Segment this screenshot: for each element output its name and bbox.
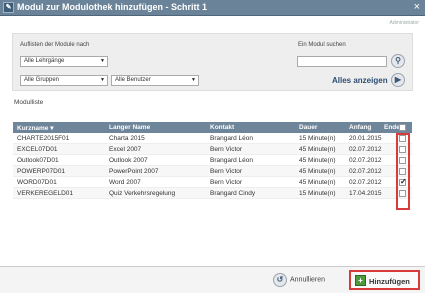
- chevron-down-icon: ▼: [100, 77, 105, 83]
- col-duration[interactable]: Dauer: [299, 124, 317, 131]
- cell-start: 20.01.2015: [349, 135, 382, 142]
- cell-duration: 45 Minute(n): [299, 168, 336, 175]
- add-button[interactable]: + Hinzufügen: [349, 270, 420, 290]
- chevron-down-icon: ▼: [100, 58, 105, 64]
- cell-long: PowerPoint 2007: [109, 168, 159, 175]
- show-all-button[interactable]: ▶: [391, 73, 405, 87]
- window-title: Modul zur Modulothek hinzufügen - Schrit…: [17, 2, 207, 12]
- user-value: Alle Benutzer: [115, 77, 151, 83]
- close-icon[interactable]: ×: [414, 1, 420, 14]
- filter-panel: Auflisten der Module nach Alle Lehrgänge…: [12, 33, 413, 91]
- cell-contact: Bern Victor: [210, 168, 243, 175]
- cell-long: Quiz Verkehrsregelung: [109, 190, 176, 197]
- cell-start: 02.07.2012: [349, 146, 382, 153]
- add-icon: +: [355, 275, 366, 286]
- col-contact[interactable]: Kontakt: [210, 124, 234, 131]
- module-list-title: Modulliste: [14, 99, 44, 106]
- cancel-label: Annullieren: [290, 276, 326, 284]
- learning-path-value: Alle Lehrgänge: [24, 58, 65, 64]
- cell-short: VERKEREGELD01: [17, 190, 73, 197]
- app-icon: ✎: [3, 2, 14, 13]
- table-body: CHARTE2015F01 Charta 2015 Brangard Léon 15 …: [13, 133, 412, 199]
- add-label: Hinzufügen: [369, 277, 410, 286]
- learning-path-select[interactable]: Alle Lehrgänge ▼: [20, 56, 108, 67]
- search-icon: ⚲: [395, 56, 401, 65]
- footer: ↺ Annullieren + Hinzufügen: [0, 266, 425, 293]
- cell-long: Outlook 2007: [109, 157, 148, 164]
- cell-contact: Bern Victor: [210, 146, 243, 153]
- selection-highlight: [396, 133, 410, 210]
- cell-short: EXCEL07D01: [17, 146, 58, 153]
- cell-long: Excel 2007: [109, 146, 142, 153]
- module-table: Kurzname ▾ Langer Name Kontakt Dauer Anf…: [13, 122, 412, 199]
- cancel-button[interactable]: ↺ Annullieren: [273, 273, 325, 287]
- cell-start: 17.04.2015: [349, 190, 382, 197]
- table-row[interactable]: WORD07D01 Word 2007 Bern Victor 45 Minute(n…: [13, 177, 412, 188]
- user-select[interactable]: Alle Benutzer ▼: [111, 75, 199, 86]
- show-all-link[interactable]: Alles anzeigen: [332, 76, 388, 85]
- title-bar: ✎ Modul zur Modulothek hinzufügen - Schr…: [0, 0, 425, 16]
- cell-duration: 15 Minute(n): [299, 190, 336, 197]
- cell-contact: Bern Victor: [210, 179, 243, 186]
- table-row[interactable]: VERKEREGELD01 Quiz Verkehrsregelung Branga…: [13, 188, 412, 199]
- table-row[interactable]: Outlook07D01 Outlook 2007 Brangard Léon 45 …: [13, 155, 412, 166]
- group-select[interactable]: Alle Gruppen ▼: [20, 75, 108, 86]
- user-tag: Administrator: [389, 20, 419, 26]
- cell-start: 02.07.2012: [349, 157, 382, 164]
- col-short-name[interactable]: Kurzname ▾: [17, 124, 54, 132]
- table-row[interactable]: EXCEL07D01 Excel 2007 Bern Victor 45 Minute…: [13, 144, 412, 155]
- col-long-name[interactable]: Langer Name: [109, 124, 150, 131]
- cancel-icon: ↺: [273, 273, 287, 287]
- select-all-checkbox[interactable]: [399, 124, 406, 131]
- cell-duration: 45 Minute(n): [299, 157, 336, 164]
- cell-duration: 15 Minute(n): [299, 135, 336, 142]
- cell-short: POWERP07D01: [17, 168, 66, 175]
- cell-long: Word 2007: [109, 179, 141, 186]
- table-row[interactable]: CHARTE2015F01 Charta 2015 Brangard Léon 15 …: [13, 133, 412, 144]
- search-button[interactable]: ⚲: [391, 54, 405, 68]
- search-label: Ein Modul suchen: [298, 42, 346, 48]
- cell-contact: Brangard Léon: [210, 157, 254, 164]
- cell-start: 02.07.2012: [349, 168, 382, 175]
- cell-contact: Brangard Léon: [210, 135, 254, 142]
- cell-short: WORD07D01: [17, 179, 57, 186]
- cell-short: CHARTE2015F01: [17, 135, 70, 142]
- chevron-down-icon: ▼: [191, 77, 196, 83]
- col-start[interactable]: Anfang: [349, 124, 371, 131]
- group-value: Alle Gruppen: [24, 77, 60, 83]
- col-end[interactable]: Ende: [384, 124, 400, 131]
- cell-short: Outlook07D01: [17, 157, 59, 164]
- arrow-right-icon: ▶: [394, 75, 402, 84]
- cell-long: Charta 2015: [109, 135, 145, 142]
- cell-contact: Brangard Cindy: [210, 190, 256, 197]
- cell-start: 02.07.2012: [349, 179, 382, 186]
- table-header: Kurzname ▾ Langer Name Kontakt Dauer Anf…: [13, 122, 412, 133]
- cell-duration: 45 Minute(n): [299, 146, 336, 153]
- list-by-label: Auflisten der Module nach: [20, 42, 90, 48]
- cell-duration: 45 Minute(n): [299, 179, 336, 186]
- table-row[interactable]: POWERP07D01 PowerPoint 2007 Bern Victor 45 …: [13, 166, 412, 177]
- search-input[interactable]: [297, 56, 387, 67]
